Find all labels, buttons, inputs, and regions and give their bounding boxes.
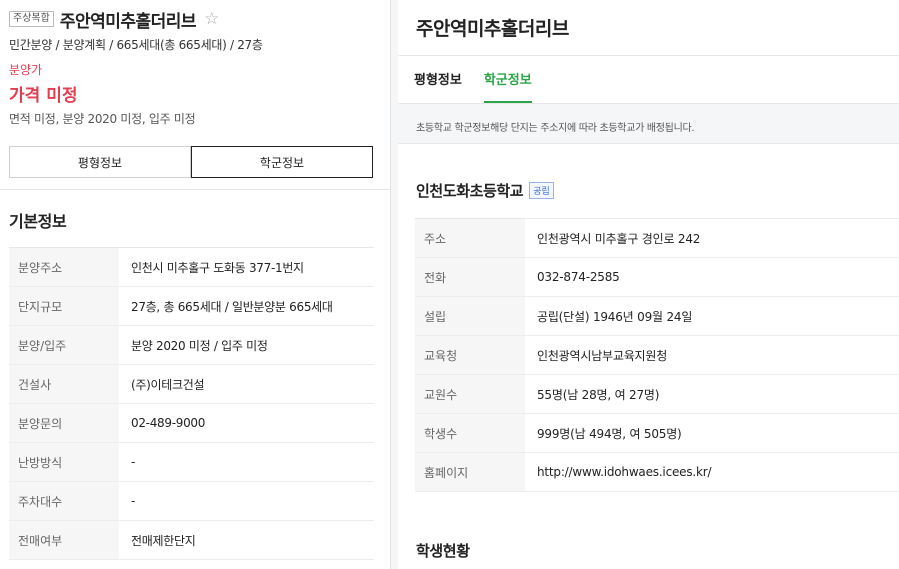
row-value: 032-874-2585 <box>537 270 620 284</box>
row-label: 주소 <box>415 219 525 257</box>
row-label: 전화 <box>415 258 525 296</box>
listing-subtitle: 민간분양 / 분양계획 / 665세대(총 665세대) / 27층 <box>9 38 263 52</box>
title-row: 주상복합 주안역미추홀더리브 ☆ <box>9 8 381 32</box>
row-value: - <box>131 455 136 469</box>
type-badge: 주상복합 <box>9 11 54 27</box>
basic-info-title: 기본정보 <box>9 212 67 231</box>
panel-tabs: 평형정보 학군정보 <box>398 56 899 104</box>
table-row: 단지규모 27층, 총 665세대 / 일반분양분 665세대 <box>9 287 374 326</box>
table-row: 교원수 55명(남 28명, 여 27명) <box>415 375 899 414</box>
row-value: 27층, 총 665세대 / 일반분양분 665세대 <box>131 299 333 314</box>
listing-header: 주상복합 주안역미추홀더리브 ☆ 민간분양 / 분양계획 / 665세대(총 6… <box>0 0 390 190</box>
row-label: 분양주소 <box>9 248 119 286</box>
row-label: 단지규모 <box>9 287 119 325</box>
row-value: 인천광역시 미추홀구 경인로 242 <box>537 231 701 246</box>
table-row: 분양주소 인천시 미추홀구 도화동 377-1번지 <box>9 248 374 287</box>
table-row: 학생수 999명(남 494명, 여 505명) <box>415 414 899 453</box>
row-label: 분양문의 <box>9 404 119 442</box>
school-type-badge: 공립 <box>529 182 554 199</box>
homepage-link[interactable]: http://www.idohwaes.icees.kr/ <box>525 465 712 479</box>
row-value: 공립(단설) 1946년 09월 24일 <box>537 309 693 324</box>
listing-panel: 주상복합 주안역미추홀더리브 ☆ 민간분양 / 분양계획 / 665세대(총 6… <box>0 0 391 569</box>
row-label: 학생수 <box>415 414 525 452</box>
row-label: 교원수 <box>415 375 525 413</box>
star-icon[interactable]: ☆ <box>204 9 219 29</box>
price-value: 가격 미정 <box>9 86 78 106</box>
table-row: 주차대수 - <box>9 482 374 521</box>
row-label: 교육청 <box>415 336 525 374</box>
row-value: 999명(남 494명, 여 505명) <box>537 426 682 441</box>
table-row: 난방방식 - <box>9 443 374 482</box>
listing-meta: 면적 미정, 분양 2020 미정, 입주 미정 <box>9 112 196 126</box>
table-row: 홈페이지 http://www.idohwaes.icees.kr/ <box>415 453 899 492</box>
school-panel-title: 주안역미추홀더리브 <box>398 0 899 56</box>
table-row: 전매여부 전매제한단지 <box>9 521 374 560</box>
view-buttons: 평형정보 학군정보 <box>9 146 381 178</box>
table-row: 설립 공립(단설) 1946년 09월 24일 <box>415 297 899 336</box>
listing-title: 주안역미추홀더리브 <box>59 11 197 32</box>
table-row: 주소 인천광역시 미추홀구 경인로 242 <box>415 219 899 258</box>
table-row: 분양/입주 분양 2020 미정 / 입주 미정 <box>9 326 374 365</box>
table-row: 건설사 (주)이테크건설 <box>9 365 374 404</box>
row-label: 전매여부 <box>9 521 119 559</box>
basic-info-table: 분양주소 인천시 미추홀구 도화동 377-1번지 단지규모 27층, 총 665세… <box>9 247 374 560</box>
school-info-button[interactable]: 학군정보 <box>191 146 373 178</box>
school-heading: 인천도화초등학교 공립 <box>398 144 899 201</box>
tab-floor-plan[interactable]: 평형정보 <box>414 56 462 103</box>
school-panel: 주안역미추홀더리브 평형정보 학군정보 초등학교 학군정보해당 단지는 주소지에… <box>398 0 899 569</box>
row-label: 주차대수 <box>9 482 119 520</box>
row-label: 홈페이지 <box>415 453 525 491</box>
row-label: 난방방식 <box>9 443 119 481</box>
student-stats-title: 학생현황 <box>416 542 470 560</box>
table-row: 분양문의 02-489-9000 <box>9 404 374 443</box>
row-label: 분양/입주 <box>9 326 119 364</box>
row-label: 건설사 <box>9 365 119 403</box>
row-value: - <box>131 494 136 508</box>
tab-school[interactable]: 학군정보 <box>483 56 532 103</box>
row-value: 55명(남 28명, 여 27명) <box>537 387 660 402</box>
row-label: 설립 <box>415 297 525 335</box>
row-value: 인천광역시남부교육지원청 <box>537 348 668 363</box>
row-value: 인천시 미추홀구 도화동 377-1번지 <box>131 260 304 275</box>
school-info-table: 주소 인천광역시 미추홀구 경인로 242 전화 032-874-2585 설립 공립… <box>415 218 899 492</box>
price-label: 분양가 <box>9 63 43 77</box>
school-notice: 초등학교 학군정보해당 단지는 주소지에 따라 초등학교가 배정됩니다. <box>398 104 899 144</box>
row-value: (주)이테크건설 <box>131 377 205 392</box>
row-value: 분양 2020 미정 / 입주 미정 <box>131 338 268 353</box>
row-value: 02-489-9000 <box>131 416 206 430</box>
row-value: 전매제한단지 <box>131 533 196 548</box>
school-name: 인천도화초등학교 <box>416 182 524 200</box>
floor-plan-button[interactable]: 평형정보 <box>9 146 191 178</box>
table-row: 전화 032-874-2585 <box>415 258 899 297</box>
table-row: 교육청 인천광역시남부교육지원청 <box>415 336 899 375</box>
